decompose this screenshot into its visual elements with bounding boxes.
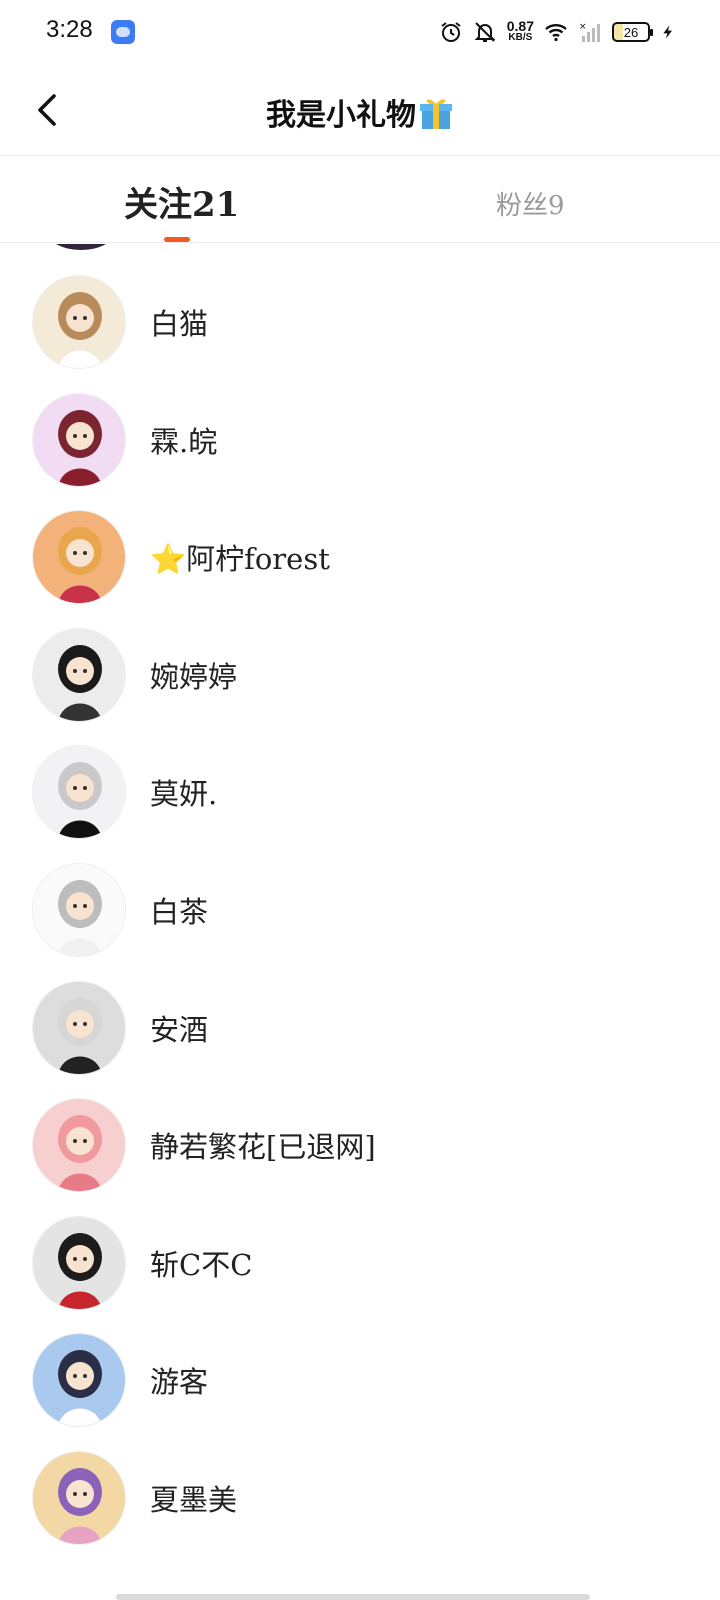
svg-text:×: × bbox=[579, 22, 587, 32]
user-name-text: 霖.皖 bbox=[150, 424, 218, 459]
wifi-icon bbox=[545, 24, 567, 42]
list-item[interactable]: 白猫 bbox=[0, 263, 720, 381]
user-name-text: 夏墨美 bbox=[150, 1483, 238, 1517]
user-name: 斩C不C bbox=[150, 1242, 252, 1284]
tab-bar: 关注21 粉丝9 bbox=[0, 157, 720, 243]
list-item[interactable]: ⭐阿柠forest bbox=[0, 498, 720, 616]
mute-bell-icon bbox=[474, 22, 496, 42]
list-item[interactable]: 斩C不C bbox=[0, 1204, 720, 1322]
user-name-text: 静若繁花[已退网] bbox=[150, 1130, 376, 1165]
list-item[interactable]: 莫妍. bbox=[0, 733, 720, 851]
avatar[interactable] bbox=[32, 1215, 126, 1310]
user-name: 游客 bbox=[150, 1359, 208, 1401]
avatar[interactable] bbox=[32, 745, 126, 840]
user-name-text: 斩C不C bbox=[150, 1247, 253, 1282]
avatar[interactable] bbox=[32, 275, 126, 369]
user-name-text: 游客 bbox=[150, 1365, 209, 1400]
user-name: 安酒 bbox=[150, 1007, 208, 1049]
list-item[interactable]: 白茶 bbox=[0, 851, 720, 969]
avatar-illustration bbox=[33, 1334, 125, 1427]
status-bar: 3:28 0.87 KB/S × 26 bbox=[0, 0, 720, 64]
app-icon bbox=[111, 20, 135, 44]
user-name-text: 阿柠forest bbox=[186, 542, 330, 577]
tab-active-indicator bbox=[164, 237, 190, 242]
signal-icon: × bbox=[579, 22, 600, 42]
alarm-icon bbox=[441, 22, 461, 42]
user-name: 白猫 bbox=[150, 301, 208, 343]
page-title: 我是小礼物 bbox=[0, 90, 720, 134]
tab-following[interactable]: 关注21 bbox=[124, 177, 239, 227]
gift-icon bbox=[420, 99, 452, 129]
following-list[interactable]: 白猫霖.皖 ⭐阿柠forest 婉婷婷莫妍. 白茶安酒静若繁花[已退网] 斩C不C 游客夏… bbox=[0, 244, 720, 1600]
battery-icon: 26 bbox=[612, 22, 653, 42]
avatar[interactable] bbox=[32, 1451, 126, 1545]
status-icons: 0.87 KB/S × 26 bbox=[439, 18, 676, 46]
user-name-text: 婉婷婷 bbox=[150, 659, 238, 694]
avatar bbox=[46, 244, 116, 250]
avatar-illustration bbox=[33, 746, 125, 839]
avatar-illustration bbox=[33, 511, 125, 604]
user-name: 婉婷婷 bbox=[150, 654, 237, 696]
avatar-illustration bbox=[33, 981, 125, 1074]
avatar-illustration bbox=[33, 1452, 125, 1544]
user-name: 夏墨美 bbox=[150, 1477, 237, 1519]
net-speed: 0.87 KB/S bbox=[506, 18, 534, 43]
avatar-illustration bbox=[33, 393, 125, 486]
avatar-illustration bbox=[33, 1216, 125, 1309]
avatar-illustration bbox=[33, 1099, 125, 1192]
user-name: ⭐阿柠forest bbox=[150, 536, 330, 578]
user-name-text: 莫妍. bbox=[150, 777, 218, 812]
user-name-text: 白猫 bbox=[150, 307, 209, 341]
scroll-indicator bbox=[116, 1594, 590, 1600]
list-item[interactable]: 游客 bbox=[0, 1321, 720, 1439]
avatar-illustration bbox=[33, 276, 125, 368]
user-name: 莫妍. bbox=[150, 771, 217, 813]
status-time: 3:28 bbox=[46, 16, 93, 43]
avatar-illustration bbox=[33, 628, 125, 721]
list-item[interactable]: 安酒 bbox=[0, 969, 720, 1087]
avatar[interactable] bbox=[32, 510, 126, 605]
user-name-text: 安酒 bbox=[150, 1012, 209, 1047]
avatar[interactable] bbox=[32, 863, 126, 957]
user-name: 白茶 bbox=[150, 889, 208, 931]
avatar[interactable] bbox=[32, 392, 126, 487]
user-name: 霖.皖 bbox=[150, 419, 217, 461]
avatar[interactable] bbox=[32, 980, 126, 1075]
tab-fans[interactable]: 粉丝9 bbox=[496, 185, 565, 235]
list-item[interactable]: 静若繁花[已退网] bbox=[0, 1086, 720, 1204]
header: 我是小礼物 bbox=[0, 64, 720, 156]
avatar-illustration bbox=[33, 864, 125, 956]
list-item[interactable]: 夏墨美 bbox=[0, 1439, 720, 1557]
avatar[interactable] bbox=[32, 627, 126, 722]
user-name: 静若繁花[已退网] bbox=[150, 1124, 376, 1166]
user-name-text: 白茶 bbox=[150, 895, 209, 929]
list-item[interactable]: 婉婷婷 bbox=[0, 616, 720, 734]
star-icon: ⭐ bbox=[150, 542, 187, 577]
charging-icon bbox=[663, 25, 672, 39]
avatar[interactable] bbox=[32, 1333, 126, 1428]
list-item[interactable]: 霖.皖 bbox=[0, 381, 720, 499]
avatar[interactable] bbox=[32, 1098, 126, 1193]
